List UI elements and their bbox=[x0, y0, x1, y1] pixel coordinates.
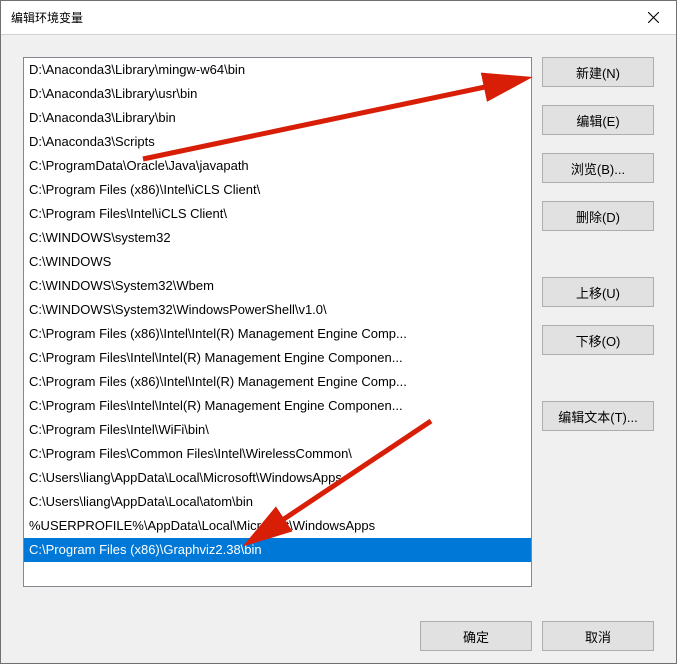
content-area: D:\Anaconda3\Library\mingw-w64\binD:\Ana… bbox=[1, 35, 676, 609]
path-list-item[interactable]: C:\Program Files\Intel\iCLS Client\ bbox=[24, 202, 531, 226]
path-list-item[interactable]: C:\WINDOWS\System32\Wbem bbox=[24, 274, 531, 298]
window-title: 编辑环境变量 bbox=[11, 9, 83, 26]
new-button[interactable]: 新建(N) bbox=[542, 57, 654, 87]
edit-text-button[interactable]: 编辑文本(T)... bbox=[542, 401, 654, 431]
path-list-item[interactable]: C:\Users\liang\AppData\Local\atom\bin bbox=[24, 490, 531, 514]
dialog-window: 编辑环境变量 D:\Anaconda3\Library\mingw-w64\bi… bbox=[0, 0, 677, 664]
path-list-item[interactable]: D:\Anaconda3\Library\bin bbox=[24, 106, 531, 130]
footer: 确定 取消 bbox=[1, 609, 676, 663]
move-down-button[interactable]: 下移(O) bbox=[542, 325, 654, 355]
delete-button[interactable]: 删除(D) bbox=[542, 201, 654, 231]
close-icon bbox=[648, 12, 659, 23]
move-up-button[interactable]: 上移(U) bbox=[542, 277, 654, 307]
path-list-item[interactable]: D:\Anaconda3\Scripts bbox=[24, 130, 531, 154]
ok-button[interactable]: 确定 bbox=[420, 621, 532, 651]
path-list-item[interactable]: C:\Program Files (x86)\Intel\iCLS Client… bbox=[24, 178, 531, 202]
path-list-item[interactable]: C:\Program Files\Intel\Intel(R) Manageme… bbox=[24, 346, 531, 370]
titlebar: 编辑环境变量 bbox=[1, 1, 676, 35]
path-list-item[interactable]: D:\Anaconda3\Library\mingw-w64\bin bbox=[24, 58, 531, 82]
path-list-item[interactable]: %USERPROFILE%\AppData\Local\Microsoft\Wi… bbox=[24, 514, 531, 538]
path-listbox[interactable]: D:\Anaconda3\Library\mingw-w64\binD:\Ana… bbox=[23, 57, 532, 587]
side-button-panel: 新建(N) 编辑(E) 浏览(B)... 删除(D) 上移(U) 下移(O) 编… bbox=[542, 57, 654, 587]
path-list-item[interactable]: D:\Anaconda3\Library\usr\bin bbox=[24, 82, 531, 106]
path-list-item[interactable]: C:\Program Files\Intel\Intel(R) Manageme… bbox=[24, 394, 531, 418]
path-list-item[interactable]: C:\Program Files (x86)\Intel\Intel(R) Ma… bbox=[24, 322, 531, 346]
path-list-item[interactable]: C:\Program Files (x86)\Graphviz2.38\bin bbox=[24, 538, 531, 562]
path-list-item[interactable]: C:\ProgramData\Oracle\Java\javapath bbox=[24, 154, 531, 178]
path-list-item[interactable]: C:\Program Files\Intel\WiFi\bin\ bbox=[24, 418, 531, 442]
edit-button[interactable]: 编辑(E) bbox=[542, 105, 654, 135]
cancel-button[interactable]: 取消 bbox=[542, 621, 654, 651]
path-list-item[interactable]: C:\Users\liang\AppData\Local\Microsoft\W… bbox=[24, 466, 531, 490]
path-list-item[interactable]: C:\Program Files (x86)\Intel\Intel(R) Ma… bbox=[24, 370, 531, 394]
path-list-item[interactable]: C:\WINDOWS\system32 bbox=[24, 226, 531, 250]
path-list-item[interactable]: C:\WINDOWS bbox=[24, 250, 531, 274]
path-list-item[interactable]: C:\Program Files\Common Files\Intel\Wire… bbox=[24, 442, 531, 466]
browse-button[interactable]: 浏览(B)... bbox=[542, 153, 654, 183]
path-list-item[interactable]: C:\WINDOWS\System32\WindowsPowerShell\v1… bbox=[24, 298, 531, 322]
close-button[interactable] bbox=[630, 1, 676, 34]
